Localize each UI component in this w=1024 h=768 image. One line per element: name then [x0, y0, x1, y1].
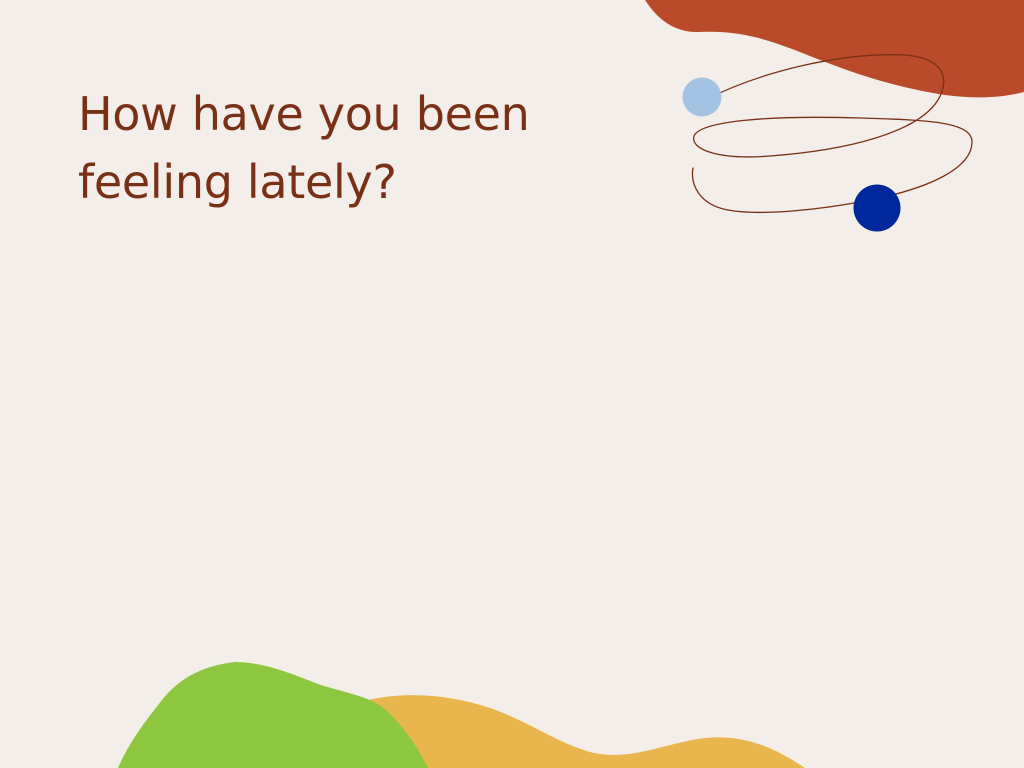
question-line-1: How have you been [78, 87, 530, 141]
navy-dot [853, 184, 901, 232]
squiggle-line [691, 54, 973, 214]
rust-blob-shape [645, 0, 1024, 98]
slide-canvas: How have you been feeling lately? [0, 0, 1024, 768]
green-blob-shape [118, 662, 428, 768]
yellow-blob-shape [330, 695, 805, 768]
light-blue-dot [682, 77, 722, 117]
question-line-2: feeling lately? [78, 155, 397, 209]
page-title: How have you been feeling lately? [78, 80, 638, 216]
